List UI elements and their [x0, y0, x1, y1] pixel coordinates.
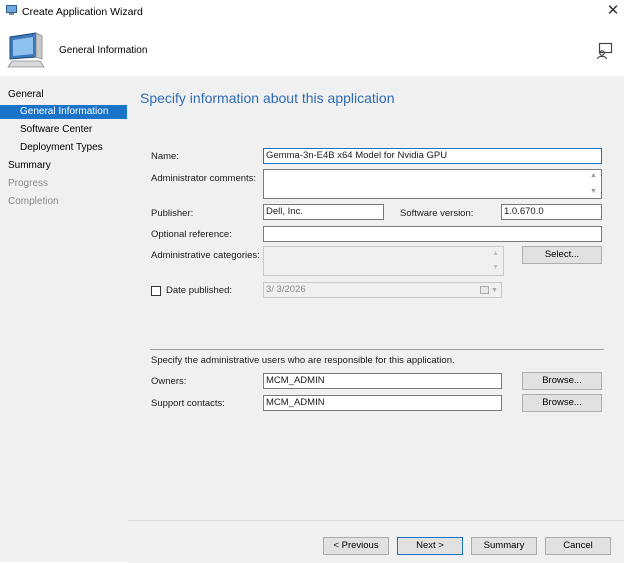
computer-icon — [6, 31, 46, 71]
administrative-categories-list — [263, 246, 504, 276]
admin-users-description: Specify the administrative users who are… — [151, 355, 455, 366]
section-divider — [150, 349, 604, 350]
window-title: Create Application Wizard — [22, 6, 143, 18]
categories-scroll-up-icon: ▲ — [492, 250, 499, 257]
content-panel — [128, 76, 624, 520]
name-label: Name: — [151, 151, 179, 162]
comments-field[interactable] — [263, 169, 602, 199]
categories-scroll-down-icon: ▼ — [492, 264, 499, 271]
close-icon[interactable]: ✕ — [604, 2, 622, 20]
nav-item-software-center[interactable]: Software Center — [20, 123, 92, 137]
nav-item-summary[interactable]: Summary — [8, 159, 51, 173]
nav-item-deployment-types[interactable]: Deployment Types — [20, 141, 103, 155]
software-version-label: Software version: — [400, 208, 474, 219]
previous-button[interactable]: < Previous — [323, 537, 389, 555]
select-categories-button[interactable]: Select... — [522, 246, 602, 264]
support-contacts-browse-button[interactable]: Browse... — [522, 394, 602, 412]
comments-label: Administrator comments: — [151, 173, 257, 184]
support-contacts-field[interactable]: MCM_ADMIN — [263, 395, 502, 411]
nav-item-progress: Progress — [8, 178, 49, 189]
name-field[interactable]: Gemma-3n-E4B x64 Model for Nvidia GPU — [263, 148, 602, 164]
scroll-up-icon[interactable]: ▲ — [590, 172, 597, 180]
owners-label: Owners: — [151, 376, 187, 387]
next-button[interactable]: Next > — [397, 537, 463, 555]
publisher-label: Publisher: — [151, 208, 194, 219]
publisher-field[interactable]: Dell, Inc. — [263, 204, 384, 220]
nav-item-general[interactable]: General — [8, 88, 44, 102]
date-published-label: Date published: — [166, 285, 233, 296]
owners-field[interactable]: MCM_ADMIN — [263, 373, 502, 389]
date-dropdown-icon: ▼ — [491, 287, 498, 294]
optional-reference-field[interactable] — [263, 226, 602, 242]
app-icon — [6, 5, 17, 16]
cancel-button[interactable]: Cancel — [545, 537, 611, 555]
nav-item-general-information[interactable]: General Information — [20, 105, 108, 119]
header-title: General Information — [59, 45, 148, 56]
scroll-down-icon[interactable]: ▼ — [590, 188, 597, 196]
nav-item-completion: Completion — [8, 196, 59, 207]
date-published-checkbox[interactable] — [151, 286, 161, 296]
administrative-categories-label: Administrative categories: — [151, 250, 260, 261]
software-version-field[interactable]: 1.0.670.0 — [501, 204, 602, 220]
optional-reference-label: Optional reference: — [151, 229, 232, 240]
date-published-picker: 3/ 3/2026 — [263, 282, 502, 298]
page-heading: Specify information about this applicati… — [140, 90, 395, 106]
summary-button[interactable]: Summary — [471, 537, 537, 555]
calendar-icon — [480, 286, 489, 294]
owners-browse-button[interactable]: Browse... — [522, 372, 602, 390]
help-person-icon[interactable] — [596, 42, 614, 60]
support-contacts-label: Support contacts: — [151, 398, 225, 409]
